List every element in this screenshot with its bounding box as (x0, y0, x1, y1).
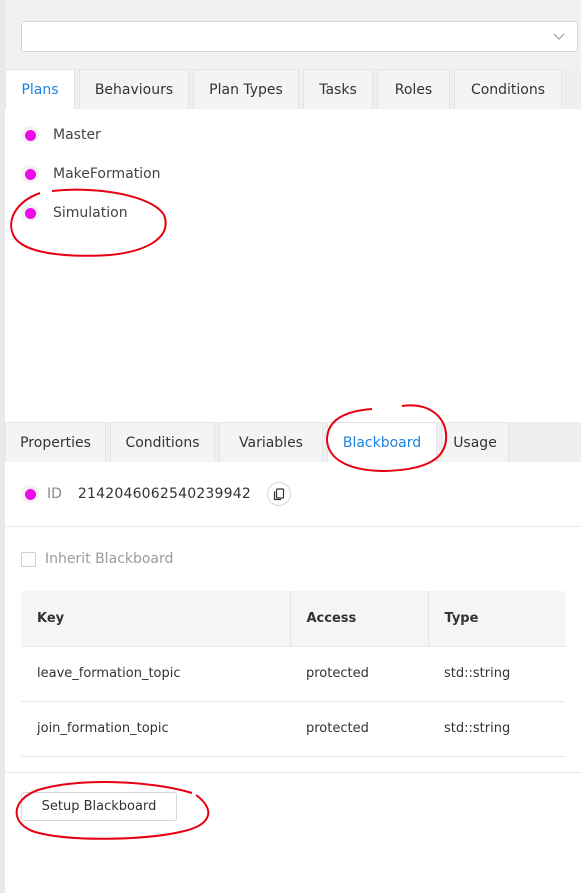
plan-item-master[interactable]: Master (21, 125, 101, 145)
divider (5, 526, 581, 527)
plan-item-label: MakeFormation (53, 166, 161, 182)
cell-type: std::string (428, 700, 565, 757)
plan-item-makeformation[interactable]: MakeFormation (21, 164, 161, 184)
blackboard-panel: ID 2142046062540239942 Inherit Blackboar… (5, 462, 581, 893)
tab-usage[interactable]: Usage (441, 422, 509, 462)
plan-item-simulation[interactable]: Simulation (21, 203, 128, 223)
column-header-type: Type (427, 591, 565, 646)
copy-icon (273, 487, 285, 500)
tab-variables[interactable]: Variables (219, 422, 323, 462)
plan-status-dot (21, 165, 39, 183)
cell-type: std::string (428, 645, 565, 701)
tab-plan-types[interactable]: Plan Types (193, 69, 299, 109)
plan-selector-dropdown[interactable] (21, 21, 578, 52)
id-row: ID 2142046062540239942 (21, 482, 291, 506)
tab-properties[interactable]: Properties (5, 422, 106, 462)
column-header-access: Access (289, 591, 428, 646)
tab-conditions[interactable]: Conditions (454, 69, 562, 109)
blackboard-table: Key Access Type leave_formation_topic pr… (21, 591, 565, 757)
table-row[interactable]: leave_formation_topic protected std::str… (21, 645, 565, 701)
chevron-down-icon (553, 33, 565, 40)
tab-conditions-detail[interactable]: Conditions (110, 422, 215, 462)
tab-tasks[interactable]: Tasks (303, 69, 373, 109)
tab-behaviours[interactable]: Behaviours (79, 69, 189, 109)
tab-plans[interactable]: Plans (5, 69, 75, 109)
details-tab-bar: Properties Conditions Variables Blackboa… (5, 422, 581, 462)
id-value: 2142046062540239942 (77, 486, 251, 502)
inherit-blackboard-label: Inherit Blackboard (45, 551, 174, 567)
plans-list: Master MakeFormation Simulation (5, 109, 581, 416)
status-dot (21, 485, 39, 503)
cell-key: join_formation_topic (21, 700, 290, 757)
column-header-key: Key (21, 591, 290, 646)
tab-blackboard[interactable]: Blackboard (327, 422, 437, 462)
table-row[interactable]: join_formation_topic protected std::stri… (21, 700, 565, 757)
inherit-blackboard-row[interactable]: Inherit Blackboard (21, 549, 173, 569)
plan-item-label: Simulation (53, 205, 128, 221)
copy-id-button[interactable] (266, 482, 291, 506)
tab-roles[interactable]: Roles (377, 69, 450, 109)
table-header-row: Key Access Type (21, 591, 565, 646)
plans-tab-bar: Plans Behaviours Plan Types Tasks Roles … (5, 69, 581, 109)
plan-status-dot (21, 126, 39, 144)
id-label: ID (47, 486, 62, 502)
setup-blackboard-button[interactable]: Setup Blackboard (21, 792, 177, 821)
plan-item-label: Master (53, 127, 101, 143)
cell-access: protected (290, 645, 428, 701)
cell-access: protected (290, 700, 428, 757)
cell-key: leave_formation_topic (21, 645, 290, 701)
divider (5, 772, 581, 773)
inherit-blackboard-checkbox[interactable] (21, 551, 36, 567)
plan-status-dot (21, 204, 39, 222)
